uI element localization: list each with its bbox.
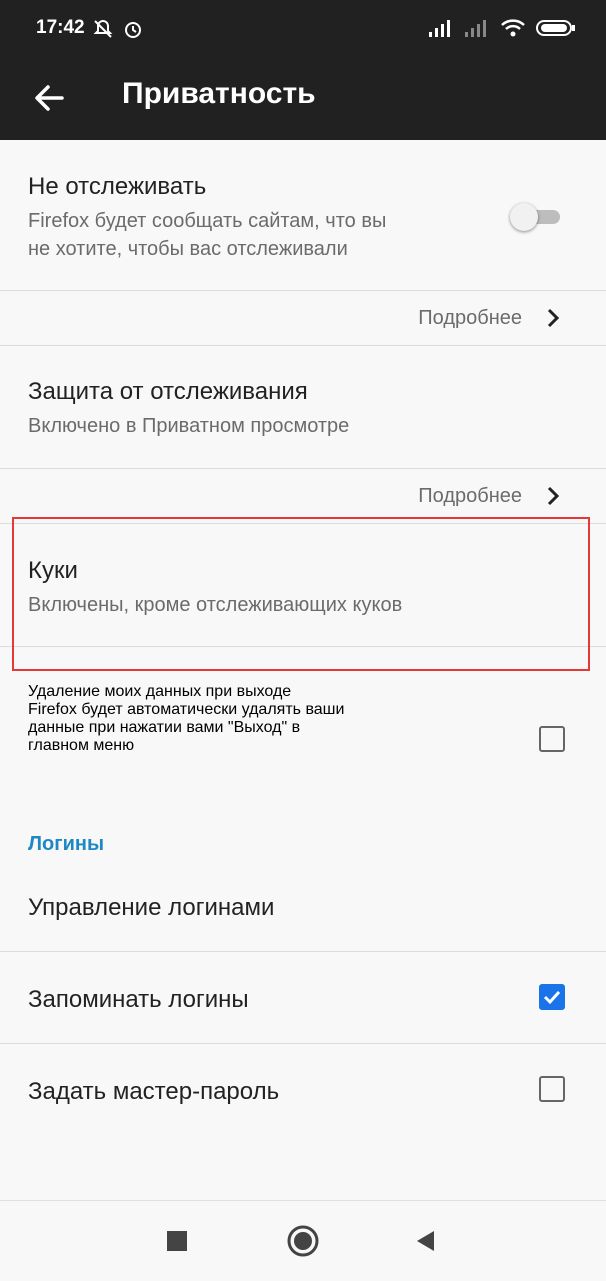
chevron-right-icon	[547, 308, 560, 328]
do-not-track-row[interactable]: Не отслеживать Firefox будет сообщать са…	[0, 140, 606, 291]
mute-icon	[93, 19, 113, 38]
battery-icon	[536, 20, 575, 36]
do-not-track-toggle[interactable]	[506, 201, 562, 231]
status-time: 17:42	[36, 17, 85, 38]
alarm-icon	[125, 22, 141, 38]
clear-data-on-exit-row[interactable]: Удаление моих данных при выходе Firefox …	[0, 647, 606, 813]
dnt-learn-more[interactable]: Подробнее	[0, 291, 606, 346]
clear-data-summary-line1: Firefox будет автоматически удалять ваши	[28, 701, 345, 718]
do-not-track-title: Не отслеживать	[28, 173, 207, 200]
master-password-title: Задать мастер-пароль	[28, 1078, 280, 1105]
clear-data-summary-line3: главном меню	[28, 737, 135, 754]
chevron-right-icon	[547, 486, 560, 506]
cookies-summary: Включены, кроме отслеживающих куков	[28, 594, 403, 616]
master-password-row[interactable]: Задать мастер-пароль	[0, 1044, 606, 1135]
remember-logins-checkbox[interactable]	[539, 984, 565, 1010]
logins-section-header-row: Логины	[0, 813, 606, 863]
master-password-checkbox[interactable]	[539, 1076, 565, 1102]
status-bar: 17:42	[0, 0, 606, 60]
signal-2-icon	[465, 20, 486, 37]
back-arrow-icon[interactable]	[30, 78, 70, 118]
tracking-protection-title: Защита от отслеживания	[28, 378, 308, 405]
remember-logins-title: Запоминать логины	[28, 986, 249, 1013]
tracking-protection-summary: Включено в Приватном просмотре	[28, 415, 350, 437]
remember-logins-row[interactable]: Запоминать логины	[0, 952, 606, 1044]
manage-logins-row[interactable]: Управление логинами	[0, 863, 606, 952]
recents-icon[interactable]	[166, 1230, 188, 1252]
do-not-track-summary-line2: не хотите, чтобы вас отслеживали	[28, 238, 348, 260]
cookies-row[interactable]: Куки Включены, кроме отслеживающих куков	[0, 524, 606, 647]
dnt-learn-more-label: Подробнее	[418, 307, 522, 329]
clear-data-summary-line2: данные при нажатии вами "Выход" в	[28, 719, 301, 736]
home-icon[interactable]	[287, 1225, 319, 1257]
page-title: Приватность	[122, 77, 316, 110]
wifi-icon	[501, 19, 525, 37]
signal-icon	[429, 20, 450, 37]
preferences-list[interactable]: Не отслеживать Firefox будет сообщать са…	[0, 140, 606, 1200]
back-nav-icon[interactable]	[414, 1229, 436, 1253]
logins-section-header: Логины	[28, 833, 105, 855]
toolbar: Приватность	[0, 60, 606, 140]
cookies-title: Куки	[28, 557, 78, 584]
do-not-track-summary-line1: Firefox будет сообщать сайтам, что вы	[28, 210, 387, 232]
navigation-bar	[0, 1200, 606, 1281]
clear-data-title: Удаление моих данных при выходе	[28, 683, 292, 700]
clear-data-checkbox[interactable]	[539, 726, 565, 752]
tp-learn-more[interactable]: Подробнее	[0, 469, 606, 524]
tp-learn-more-label: Подробнее	[418, 485, 522, 507]
tracking-protection-row[interactable]: Защита от отслеживания Включено в Приват…	[0, 346, 606, 469]
checkmark-icon	[543, 990, 561, 1005]
manage-logins-title: Управление логинами	[28, 894, 275, 921]
